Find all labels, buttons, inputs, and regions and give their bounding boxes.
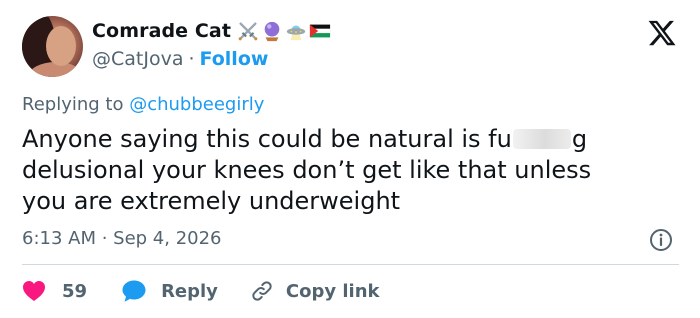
link-icon: [252, 281, 272, 301]
censor-blur: [512, 129, 571, 149]
tweet-line-1-end: g: [571, 125, 588, 153]
tweet-line-3: you are extremely underweight: [22, 187, 401, 215]
reply-context-prefix: Replying to: [22, 94, 124, 115]
crossed-swords-icon: [238, 22, 258, 41]
author-header: Comrade Cat: [92, 20, 331, 42]
reply-context: Replying to @chubbeegirly: [22, 94, 264, 115]
divider: [22, 264, 679, 265]
copy-link-button[interactable]: Copy link: [250, 279, 380, 303]
author-handle[interactable]: @CatJova: [92, 48, 183, 70]
crystal-ball-icon: [264, 21, 280, 42]
tweet-line-1-start: Anyone saying this could be natural is f…: [22, 125, 512, 153]
like-button[interactable]: [22, 280, 46, 302]
palestine-flag-icon: [309, 24, 331, 38]
flying-saucer-icon: [286, 25, 306, 41]
info-icon[interactable]: [649, 228, 673, 252]
tweet-line-1: Anyone saying this could be natural is f…: [22, 124, 682, 155]
tweet-text: Anyone saying this could be natural is f…: [22, 124, 682, 217]
handle-separator: ·: [188, 48, 195, 70]
action-bar: 59 Reply Copy link: [22, 276, 380, 306]
like-count[interactable]: 59: [62, 281, 87, 302]
reply-bubble-icon: [122, 280, 146, 302]
avatar[interactable]: [22, 16, 83, 77]
reply-mention-link[interactable]: @chubbeegirly: [129, 94, 264, 115]
handle-line: @CatJova · Follow: [92, 48, 268, 70]
copy-link-label: Copy link: [285, 280, 380, 302]
follow-button[interactable]: Follow: [200, 48, 269, 70]
tweet-timestamp[interactable]: 6:13 AM · Sep 4, 2026: [22, 228, 222, 249]
x-logo-icon[interactable]: [647, 18, 677, 48]
reply-label: Reply: [161, 280, 218, 302]
heart-icon: [23, 281, 45, 301]
reply-button[interactable]: Reply: [121, 279, 250, 303]
display-name[interactable]: Comrade Cat: [92, 20, 231, 42]
profile-badges: [237, 20, 331, 42]
tweet-line-2: delusional your knees don’t get like tha…: [22, 156, 592, 184]
